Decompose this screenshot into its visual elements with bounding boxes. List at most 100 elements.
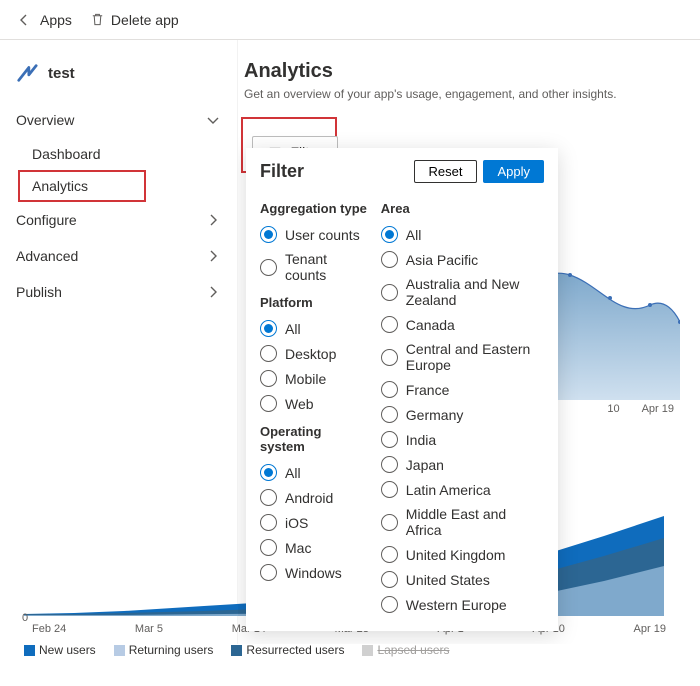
radio-icon [260,345,277,362]
area-label: India [406,432,436,448]
area-option[interactable]: Germany [381,402,544,427]
area-title: Area [381,201,544,216]
app-logo-icon [16,62,38,84]
area-label: United States [406,572,490,588]
os-label: Android [285,490,333,506]
delete-app-label: Delete app [111,12,179,28]
radio-icon [381,456,398,473]
filter-col-right: Area All Asia Pacific Australia and New Ze… [381,193,544,617]
area-option[interactable]: United Kingdom [381,542,544,567]
radio-icon [260,564,277,581]
area-label: Latin America [406,482,491,498]
platform-option[interactable]: Desktop [260,341,369,366]
radio-icon [260,395,277,412]
nav-overview-label: Overview [16,112,74,128]
chevron-down-icon [205,112,221,128]
radio-icon [260,514,277,531]
area-option[interactable]: Middle East and Africa [381,502,544,542]
platform-title: Platform [260,295,369,310]
os-label: All [285,465,301,481]
os-option[interactable]: All [260,460,369,485]
area-option[interactable]: Australia and New Zealand [381,272,544,312]
area-option[interactable]: Central and Eastern Europe [381,337,544,377]
chevron-right-icon [205,284,221,300]
platform-label: Mobile [285,371,326,387]
chevron-right-icon [205,212,221,228]
aggregation-label: User counts [285,227,360,243]
platform-label: Desktop [285,346,336,362]
legend-lapsed: Lapsed users [377,643,449,657]
filter-panel: Filter Reset Apply Aggregation type User… [246,148,558,631]
radio-icon [260,370,277,387]
nav-overview[interactable]: Overview [0,102,237,138]
radio-icon [381,481,398,498]
os-option[interactable]: Android [260,485,369,510]
nav-dashboard[interactable]: Dashboard [0,138,237,170]
radio-icon [381,546,398,563]
nav-configure-label: Configure [16,212,77,228]
nav-analytics[interactable]: Analytics [18,170,146,202]
chart1-xtick: Apr 19 [642,403,674,415]
os-label: Mac [285,540,311,556]
area-option[interactable]: All [381,222,544,247]
nav-analytics-label: Analytics [32,178,88,194]
area-label: Japan [406,457,444,473]
area-option[interactable]: France [381,377,544,402]
page-subtitle: Get an overview of your app's usage, eng… [244,87,700,101]
radio-icon [381,514,398,531]
os-option[interactable]: Windows [260,560,369,585]
radio-icon [381,431,398,448]
xtick: Mar 5 [135,623,163,635]
radio-icon [260,259,277,276]
radio-icon [381,316,398,333]
os-label: Windows [285,565,342,581]
area-label: France [406,382,450,398]
back-label: Apps [40,12,72,28]
apply-button[interactable]: Apply [483,160,544,183]
area-option[interactable]: United States [381,567,544,592]
radio-icon [381,251,398,268]
radio-icon [381,571,398,588]
chevron-right-icon [205,248,221,264]
nav-advanced[interactable]: Advanced [0,238,237,274]
radio-icon [260,489,277,506]
platform-label: All [285,321,301,337]
page-title: Analytics [244,60,700,87]
app-header: test [0,58,237,102]
legend-returning: Returning users [129,643,214,657]
aggregation-option[interactable]: Tenant counts [260,247,369,287]
chart1-xtick: 10 [607,403,619,415]
radio-icon [260,320,277,337]
topbar: Apps Delete app [0,0,700,40]
area-label: United Kingdom [406,547,506,563]
radio-icon [260,226,277,243]
back-link[interactable]: Apps [16,12,72,28]
os-option[interactable]: iOS [260,510,369,535]
area-label: Asia Pacific [406,252,478,268]
area-option[interactable]: Western Europe [381,592,544,617]
area-option[interactable]: Latin America [381,477,544,502]
platform-option[interactable]: All [260,316,369,341]
delete-app-button[interactable]: Delete app [90,12,179,28]
reset-button[interactable]: Reset [414,160,478,183]
area-label: All [406,227,422,243]
area-option[interactable]: India [381,427,544,452]
radio-icon [381,381,398,398]
radio-icon [381,284,398,301]
area-label: Canada [406,317,455,333]
platform-option[interactable]: Mobile [260,366,369,391]
os-option[interactable]: Mac [260,535,369,560]
app-name: test [48,65,75,82]
xtick: Apr 19 [634,623,666,635]
aggregation-title: Aggregation type [260,201,369,216]
area-option[interactable]: Canada [381,312,544,337]
nav-publish[interactable]: Publish [0,274,237,310]
area-option[interactable]: Japan [381,452,544,477]
area-label: Central and Eastern Europe [406,341,544,373]
aggregation-option[interactable]: User counts [260,222,369,247]
nav-configure[interactable]: Configure [0,202,237,238]
platform-option[interactable]: Web [260,391,369,416]
area-option[interactable]: Asia Pacific [381,247,544,272]
radio-icon [260,464,277,481]
radio-icon [381,349,398,366]
